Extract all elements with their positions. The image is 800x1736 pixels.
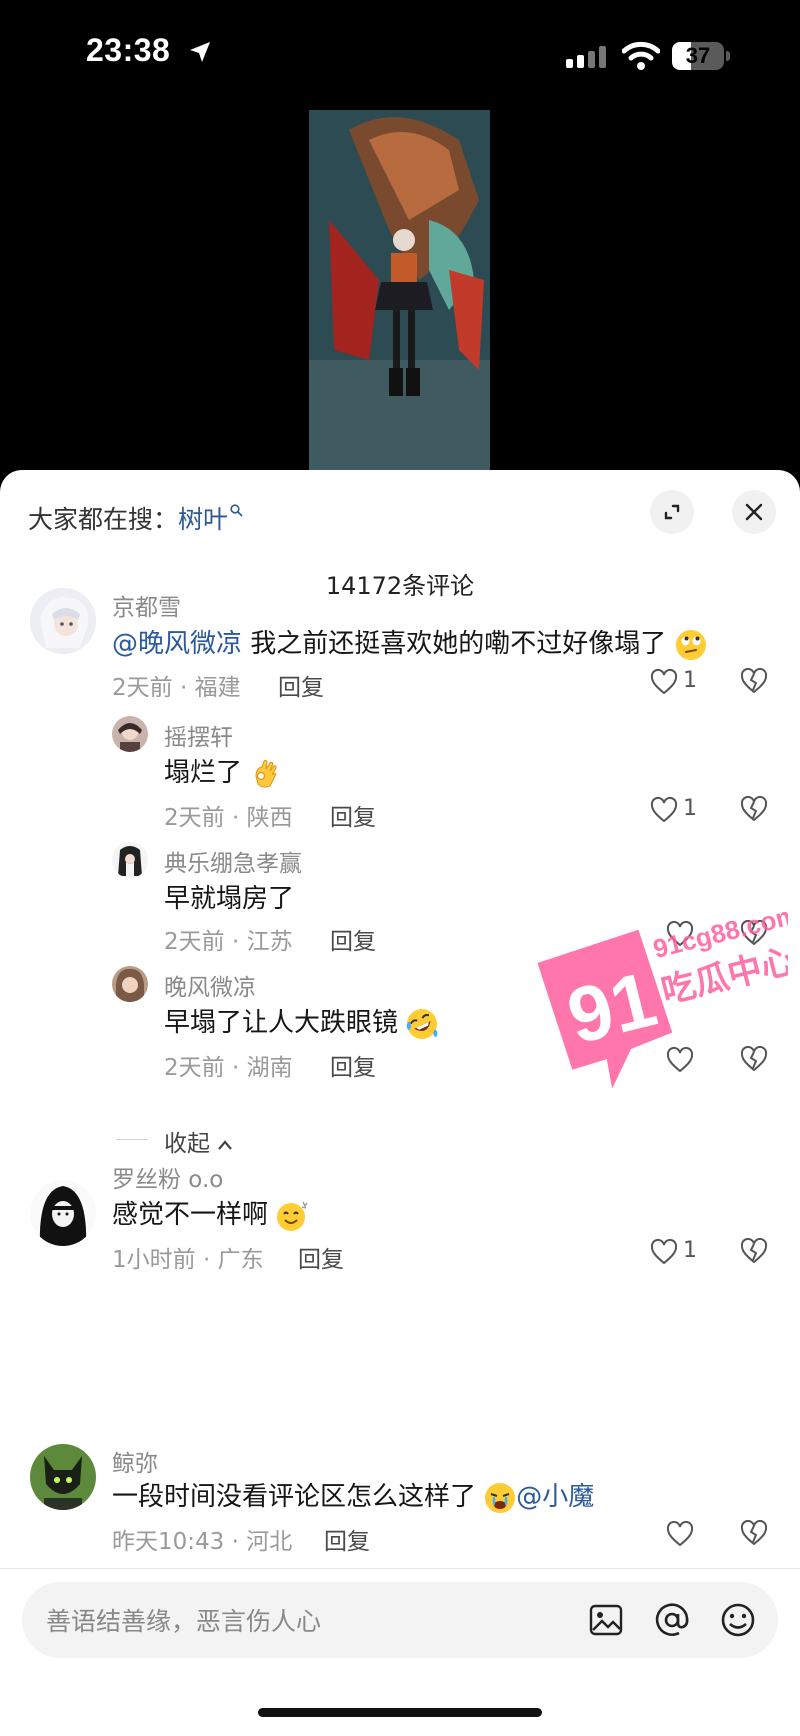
comment-meta: 2天前 · 陕西 [164, 805, 293, 831]
broken-heart-icon [740, 667, 768, 694]
heart-icon [650, 797, 678, 823]
watermark-logo: 91 91cg88.com 吃瓜中心 [537, 899, 788, 1089]
comment-text: 早就塌房了 [164, 878, 294, 915]
image-icon[interactable] [586, 1600, 626, 1640]
reply-button[interactable]: 回复 [330, 1048, 376, 1082]
battery-icon: 37 [672, 42, 732, 70]
like-count: 1 [683, 668, 697, 693]
commenter-name[interactable]: 罗丝粉 o.o [112, 1160, 223, 1194]
dislike-button[interactable] [740, 667, 770, 698]
comment-body: 一段时间没看评论区怎么这样了 [112, 1482, 477, 1512]
like-count: 1 [683, 1238, 697, 1263]
commenter-name[interactable]: 典乐绷急孝赢 [164, 844, 302, 878]
expand-button[interactable] [650, 490, 694, 534]
dislike-button[interactable] [740, 1519, 770, 1550]
comment-text: 塌烂了 [164, 752, 282, 790]
comment-text: 一段时间没看评论区怎么这样了 @小魔 [112, 1476, 594, 1514]
heart-icon [666, 1521, 694, 1547]
commenter-name[interactable]: 晚风微凉 [164, 968, 256, 1002]
chevron-up-icon [218, 1139, 233, 1150]
avatar[interactable] [30, 1444, 96, 1510]
expand-icon [664, 504, 680, 520]
commenter-name[interactable]: 京都雪 [112, 588, 181, 622]
comment-input[interactable] [44, 1596, 528, 1646]
avatar[interactable] [112, 966, 148, 1002]
wifi-icon [622, 41, 660, 70]
broken-heart-icon [740, 1237, 768, 1264]
comment-meta: 2天前 · 福建 [112, 675, 241, 701]
home-indicator[interactable] [258, 1708, 542, 1717]
comment-meta: 2天前 · 江苏 [164, 929, 293, 955]
comment-body: 我之前还挺喜欢她的嘞不过好像塌了 [242, 629, 667, 659]
broken-heart-icon [740, 1519, 768, 1546]
comment-body: 塌烂了 [164, 758, 243, 788]
commenter-name[interactable]: 摇摆轩 [164, 718, 233, 752]
comment-text: @晚风微凉 我之前还挺喜欢她的嘞不过好像塌了 [112, 623, 707, 661]
dislike-button[interactable] [740, 1237, 770, 1268]
trending-keyword[interactable]: 树叶 [178, 505, 228, 534]
ok-hand-emoji [255, 759, 277, 788]
cellular-signal-icon [566, 46, 606, 68]
dizzy-smile-emoji [277, 1201, 308, 1231]
collapse-label: 收起 [164, 1131, 210, 1157]
mention-link[interactable]: @小魔 [516, 1482, 594, 1512]
crying-emoji [485, 1482, 516, 1513]
commenter-name[interactable]: 鲸弥 [112, 1444, 158, 1478]
close-button[interactable] [732, 490, 776, 534]
comment-meta: 昨天10:43 · 河北 [112, 1529, 293, 1555]
close-icon [745, 503, 763, 521]
battery-level: 37 [685, 43, 711, 68]
comment-input-bar [22, 1582, 778, 1658]
divider-line [116, 1139, 148, 1140]
reply-button[interactable]: 回复 [298, 1240, 344, 1274]
cosplay-photo [309, 110, 490, 470]
like-count: 1 [683, 796, 697, 821]
like-button[interactable]: 1 [650, 794, 720, 828]
reply-button[interactable]: 回复 [324, 1522, 370, 1556]
divider-line [0, 1568, 800, 1569]
rofl-emoji [406, 1008, 438, 1039]
reply-button[interactable]: 回复 [330, 798, 376, 832]
trending-search[interactable]: 大家都在搜：树叶 [28, 500, 243, 536]
reply-button[interactable]: 回复 [330, 922, 376, 956]
video-preview[interactable] [309, 110, 490, 470]
comment-text: 早塌了让人大跌眼镜 [164, 1002, 438, 1040]
heart-icon [650, 1239, 678, 1265]
avatar[interactable] [112, 842, 148, 878]
avatar[interactable] [30, 1180, 96, 1246]
mention-link[interactable]: @晚风微凉 [112, 629, 242, 659]
comment-body: 感觉不一样啊 [112, 1200, 269, 1230]
mention-icon[interactable] [652, 1600, 692, 1640]
comment-meta: 2天前 · 湖南 [164, 1055, 293, 1081]
like-button[interactable]: 1 [650, 1236, 720, 1270]
location-arrow-icon [190, 42, 210, 62]
like-button[interactable]: 1 [650, 666, 720, 700]
heart-icon [650, 669, 678, 695]
rolling-eyes-emoji [675, 629, 706, 660]
status-bar: 23:38 37 [0, 0, 800, 110]
comment-body: 早就塌房了 [164, 884, 295, 914]
emoji-icon[interactable] [718, 1600, 758, 1640]
avatar[interactable] [30, 588, 96, 654]
status-time: 23:38 [86, 32, 171, 68]
comment-text: 感觉不一样啊 [112, 1194, 308, 1232]
comment-meta: 1小时前 · 广东 [112, 1247, 264, 1273]
reply-button[interactable]: 回复 [278, 668, 324, 702]
like-button[interactable] [666, 1518, 736, 1552]
comment-body: 早塌了让人大跌眼镜 [164, 1008, 399, 1038]
dislike-button[interactable] [740, 795, 770, 826]
avatar[interactable] [112, 716, 148, 752]
search-icon [230, 504, 243, 517]
broken-heart-icon [740, 795, 768, 822]
trending-prefix: 大家都在搜： [28, 505, 179, 534]
